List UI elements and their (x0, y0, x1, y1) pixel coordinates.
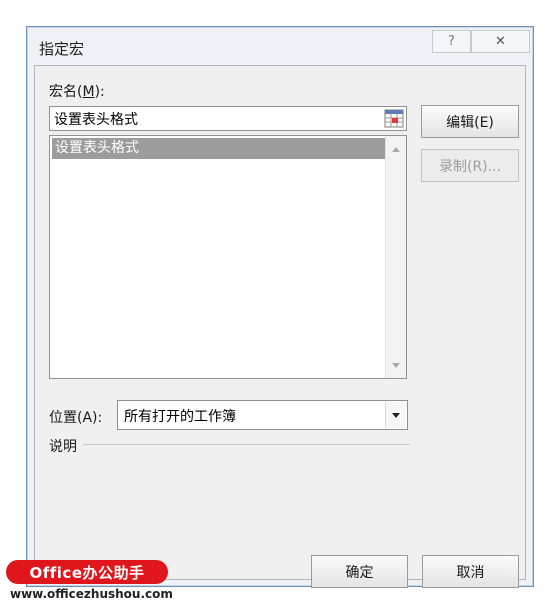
description-label: 说明 (49, 439, 77, 455)
macro-name-field[interactable] (49, 106, 407, 131)
description-divider (83, 444, 410, 445)
screenshot-stage: 指定宏 ? ✕ 宏名(M): 设置表头格式 设置表头格式 编辑(E) 录制(R)… (0, 0, 560, 609)
location-selected-value: 所有打开的工作簿 (124, 409, 236, 425)
help-icon: ? (448, 34, 455, 49)
macro-name-input[interactable] (52, 108, 376, 129)
edit-button[interactable]: 编辑(E) (421, 105, 519, 138)
scroll-down-icon[interactable] (392, 363, 400, 368)
help-button[interactable]: ? (432, 30, 471, 53)
location-select[interactable]: 所有打开的工作簿 (117, 400, 408, 430)
chevron-down-icon (392, 413, 400, 418)
watermark-logo: Office办公助手 (6, 560, 168, 584)
assign-macro-dialog: 指定宏 ? ✕ 宏名(M): 设置表头格式 设置表头格式 编辑(E) 录制(R)… (26, 26, 534, 588)
ok-button[interactable]: 确定 (311, 555, 408, 588)
dialog-title: 指定宏 (39, 40, 85, 58)
dialog-body: 宏名(M): 设置表头格式 设置表头格式 编辑(E) 录制(R)... 位置(A… (34, 65, 526, 588)
macro-list-scrollbar[interactable] (385, 136, 406, 378)
close-button[interactable]: ✕ (471, 30, 530, 53)
watermark-brand-text: Office办公助手 (29, 563, 145, 582)
range-select-icon (384, 109, 404, 128)
close-icon: ✕ (495, 34, 506, 49)
watermark-url: www.officezhushou.com (10, 587, 173, 601)
location-label: 位置(A): (49, 410, 103, 426)
location-dropdown-button[interactable] (385, 402, 406, 428)
macro-list[interactable]: 设置表头格式 (49, 135, 407, 379)
macro-name-label: 宏名(M): (49, 84, 105, 100)
collapse-dialog-button[interactable] (384, 109, 404, 128)
scroll-up-icon[interactable] (392, 147, 400, 152)
cancel-button[interactable]: 取消 (422, 555, 519, 588)
macro-list-item[interactable]: 设置表头格式 (52, 138, 385, 159)
title-bar: 指定宏 ? ✕ (27, 27, 533, 65)
record-button[interactable]: 录制(R)... (421, 149, 519, 182)
